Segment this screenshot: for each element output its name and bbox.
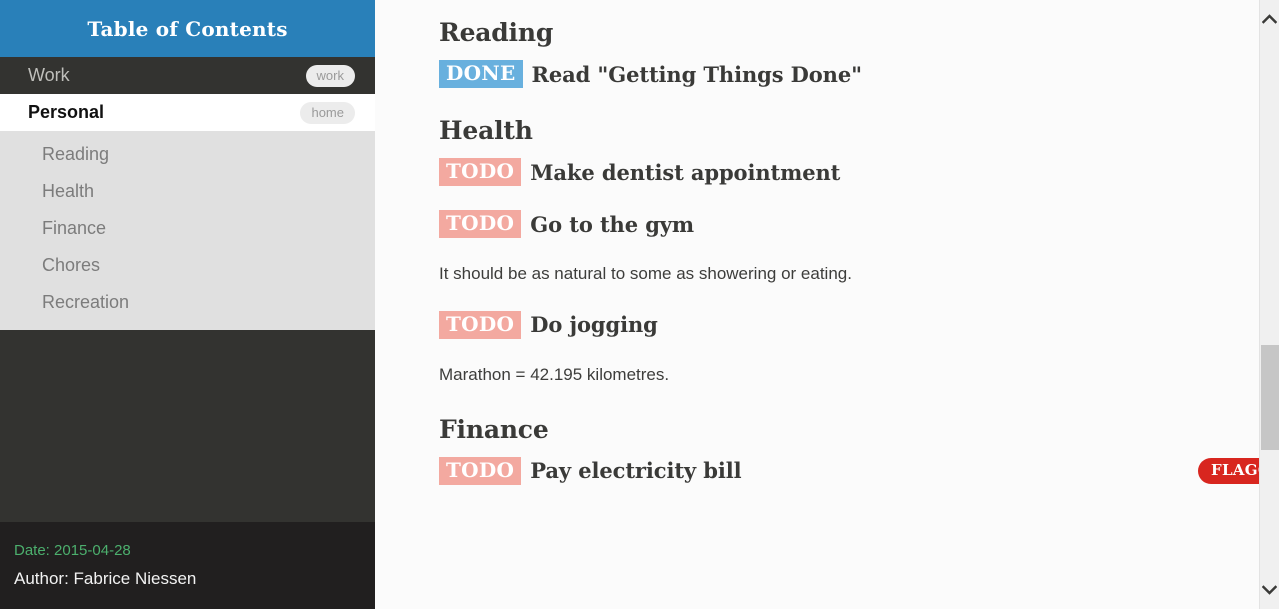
sidebar-item-finance[interactable]: Finance bbox=[0, 210, 375, 247]
sidebar-item-recreation[interactable]: Recreation bbox=[0, 284, 375, 321]
content-area: Reading DONE Read "Getting Things Done" … bbox=[375, 0, 1279, 609]
sidebar-item-chores[interactable]: Chores bbox=[0, 247, 375, 284]
task-item[interactable]: TODO Go to the gym bbox=[439, 210, 1279, 238]
toc-list: Work work Personal home Reading Health F… bbox=[0, 57, 375, 330]
page-scrollbar[interactable] bbox=[1259, 0, 1279, 609]
sidebar-item-health[interactable]: Health bbox=[0, 173, 375, 210]
section-heading-reading: Reading bbox=[439, 18, 554, 47]
sidebar-item-label: Personal bbox=[28, 102, 105, 122]
sidebar-subitem-label: Finance bbox=[42, 218, 107, 238]
sidebar-item-work[interactable]: Work work bbox=[0, 57, 375, 94]
section-heading-finance: Finance bbox=[439, 414, 549, 444]
tag-badge-work[interactable]: work bbox=[305, 64, 355, 87]
scrollbar-thumb[interactable] bbox=[1261, 345, 1279, 450]
chevron-up-icon bbox=[1262, 14, 1277, 24]
task-title: Pay electricity bill bbox=[530, 458, 742, 484]
task-title: Go to the gym bbox=[530, 211, 694, 237]
scroll-down-button[interactable] bbox=[1260, 579, 1279, 601]
scroll-up-button[interactable] bbox=[1260, 8, 1279, 30]
status-badge-todo[interactable]: TODO bbox=[439, 310, 522, 339]
paragraph: Marathon = 42.195 kilometres. bbox=[439, 364, 670, 384]
sidebar-subitem-label: Chores bbox=[42, 255, 101, 275]
sidebar-subitem-label: Recreation bbox=[42, 292, 130, 312]
chevron-down-icon bbox=[1262, 585, 1277, 595]
sidebar: Table of Contents Work work Personal hom… bbox=[0, 0, 375, 609]
document-author: Author: Fabrice Niessen bbox=[14, 569, 197, 588]
sidebar-item-reading[interactable]: Reading bbox=[0, 136, 375, 173]
sidebar-subitem-label: Reading bbox=[42, 144, 110, 164]
task-item[interactable]: TODO Pay electricity bill FLAGGED bbox=[439, 456, 1279, 485]
status-badge-done[interactable]: DONE bbox=[439, 60, 523, 88]
task-item[interactable]: DONE Read "Getting Things Done" bbox=[439, 60, 1279, 88]
sidebar-subitem-label: Health bbox=[42, 181, 95, 201]
section-heading-health: Health bbox=[439, 116, 533, 145]
task-title: Make dentist appointment bbox=[530, 159, 841, 185]
sidebar-item-label: Work bbox=[28, 65, 70, 85]
task-title: Read "Getting Things Done" bbox=[531, 61, 863, 87]
toc-header-title: Table of Contents bbox=[87, 16, 288, 41]
task-title: Do jogging bbox=[530, 312, 658, 338]
sidebar-footer: Date: 2015-04-28 Author: Fabrice Niessen bbox=[0, 522, 375, 609]
sidebar-spacer bbox=[0, 330, 375, 522]
task-item[interactable]: TODO Make dentist appointment bbox=[439, 158, 1279, 186]
document-date: Date: 2015-04-28 bbox=[14, 542, 131, 559]
paragraph: It should be as natural to some as showe… bbox=[439, 264, 852, 283]
task-item[interactable]: TODO Do jogging bbox=[439, 310, 1279, 339]
sidebar-item-personal[interactable]: Personal home bbox=[0, 94, 375, 131]
toc-sublist: Reading Health Finance Chores Recreation bbox=[0, 131, 375, 330]
app-root: Table of Contents Work work Personal hom… bbox=[0, 0, 1279, 609]
toc-header: Table of Contents bbox=[0, 0, 375, 57]
status-badge-todo[interactable]: TODO bbox=[439, 456, 522, 485]
status-badge-todo[interactable]: TODO bbox=[439, 210, 522, 238]
status-badge-todo[interactable]: TODO bbox=[439, 158, 522, 186]
tag-badge-home[interactable]: home bbox=[300, 101, 355, 124]
